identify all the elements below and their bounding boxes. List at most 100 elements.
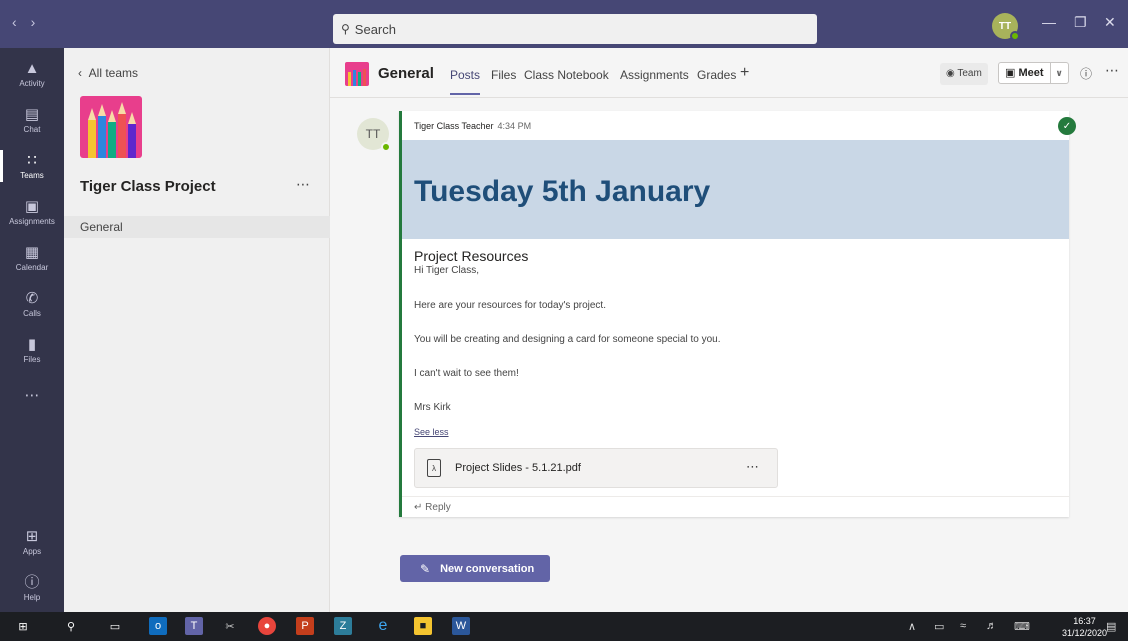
channel-general[interactable]: General <box>64 216 330 238</box>
back-arrow-icon[interactable]: ‹ <box>12 14 31 30</box>
rail-label: Calls <box>23 308 41 318</box>
post-author-avatar[interactable]: TT <box>357 118 391 152</box>
rail-item-more[interactable]: ⋯ <box>0 374 64 418</box>
search-input[interactable]: ⚲ Search <box>333 14 817 44</box>
info-icon[interactable]: ⓘ <box>1080 65 1092 82</box>
tab-grades[interactable]: Grades <box>697 68 736 82</box>
user-avatar[interactable]: TT <box>992 13 1020 41</box>
post-paragraph: You will be creating and designing a car… <box>414 334 721 345</box>
rail-label: Apps <box>22 546 42 556</box>
app-rail: ▲ Activity ▤ Chat ∷ Teams ▣ Assignments … <box>0 48 64 612</box>
rail-item-help[interactable]: ⓘ Help <box>0 566 64 610</box>
channel-title: General <box>378 65 434 82</box>
meet-label: Meet <box>1018 67 1044 79</box>
eye-icon: ◉ <box>946 68 955 79</box>
word-icon[interactable]: W <box>452 617 470 635</box>
pdf-file-icon: λ <box>427 459 441 477</box>
chevron-up-icon[interactable]: ∧ <box>908 620 916 633</box>
reply-button[interactable]: ↵ Reply <box>402 496 1069 517</box>
rail-label: Activity <box>19 78 45 88</box>
rail-item-calls[interactable]: ✆ Calls <box>0 282 64 326</box>
team-button-label: Team <box>957 68 982 79</box>
attachment-filename: Project Slides - 5.1.21.pdf <box>455 462 581 474</box>
calendar-icon: ▦ <box>24 243 40 261</box>
banner-title: Tuesday 5th January <box>414 175 711 208</box>
app-icon[interactable]: Z <box>334 617 352 635</box>
phone-icon: ✆ <box>25 289 39 307</box>
search-icon[interactable]: ⚲ <box>62 617 80 635</box>
post-time: 4:34 PM <box>497 121 532 131</box>
team-button[interactable]: ◉ Team <box>940 63 988 85</box>
chevron-left-icon: ‹ <box>78 66 82 80</box>
clock-time: 16:37 <box>1073 616 1096 626</box>
rail-item-chat[interactable]: ▤ Chat <box>0 98 64 142</box>
system-clock[interactable]: 16:37 31/12/2020 <box>1062 615 1107 639</box>
tab-posts[interactable]: Posts <box>450 68 481 95</box>
tab-class-notebook[interactable]: Class Notebook <box>524 68 609 82</box>
post-body: Project Resources Hi Tiger Class, Here a… <box>414 248 1054 437</box>
volume-icon[interactable]: ♬ <box>986 620 997 632</box>
team-thumbnail <box>345 62 369 86</box>
close-icon[interactable]: ✕ <box>1104 14 1116 31</box>
chat-icon: ▤ <box>24 105 40 123</box>
see-less-link[interactable]: See less <box>414 427 449 437</box>
team-more-options-icon[interactable]: ⋯ <box>296 176 310 193</box>
tab-files[interactable]: Files <box>491 68 516 82</box>
rail-item-activity[interactable]: ▲ Activity <box>0 52 64 96</box>
post-paragraph: I can't wait to see them! <box>414 368 519 379</box>
nav-arrows[interactable]: ‹› <box>12 14 49 30</box>
search-placeholder: Search <box>354 21 396 37</box>
avatar-initials: TT <box>365 127 381 141</box>
chevron-down-icon[interactable]: ∨ <box>1051 63 1068 83</box>
powerpoint-icon[interactable]: P <box>296 617 314 635</box>
camera-icon: ▣ <box>1005 67 1016 79</box>
more-options-icon[interactable]: ⋯ <box>1105 62 1119 79</box>
clock-date: 31/12/2020 <box>1062 628 1108 638</box>
post-paragraph: Here are your resources for today's proj… <box>414 300 606 311</box>
rail-item-files[interactable]: ▮ Files <box>0 328 64 372</box>
bell-icon: ▲ <box>24 59 40 77</box>
post-author[interactable]: Tiger Class Teacher <box>414 121 494 131</box>
file-explorer-icon[interactable]: ■ <box>414 617 432 635</box>
rail-item-apps[interactable]: ⊞ Apps <box>0 520 64 564</box>
more-icon: ⋯ <box>24 387 40 404</box>
edge-icon[interactable]: e <box>374 617 392 635</box>
notifications-icon[interactable]: ▤ <box>1106 620 1116 633</box>
rail-item-teams[interactable]: ∷ Teams <box>0 144 64 188</box>
compose-icon: ✎ <box>420 561 431 576</box>
meet-button[interactable]: ▣ Meet ∨ <box>998 62 1069 84</box>
wifi-icon[interactable]: ≈ <box>960 620 966 632</box>
keyboard-icon[interactable]: ⌨ <box>1014 620 1030 633</box>
assignments-icon: ▣ <box>24 197 40 215</box>
task-view-icon[interactable]: ▭ <box>106 617 124 635</box>
like-reaction-icon[interactable]: ✓ <box>1058 117 1076 135</box>
all-teams-link[interactable]: ‹ All teams <box>78 66 138 80</box>
outlook-icon[interactable]: o <box>149 617 167 635</box>
chrome-icon[interactable]: ● <box>258 617 276 635</box>
team-pane: ‹ All teams Tiger Class Project ⋯ Genera… <box>64 48 330 612</box>
post-signature: Mrs Kirk <box>414 402 451 413</box>
rail-label: Assignments <box>9 216 55 226</box>
help-icon: ⓘ <box>24 573 40 591</box>
teams-icon: ∷ <box>27 151 37 169</box>
rail-item-calendar[interactable]: ▦ Calendar <box>0 236 64 280</box>
post-meta: Tiger Class Teacher 4:34 PM <box>414 121 531 131</box>
snipping-tool-icon[interactable]: ✂ <box>221 617 239 635</box>
new-conversation-button[interactable]: ✎ New conversation <box>400 555 550 582</box>
maximize-icon[interactable]: ❐ <box>1074 14 1087 31</box>
file-attachment[interactable]: λ Project Slides - 5.1.21.pdf ⋯ <box>414 448 778 488</box>
rail-label: Help <box>23 592 41 602</box>
battery-icon[interactable]: ▭ <box>934 620 944 633</box>
tab-assignments[interactable]: Assignments <box>620 68 689 82</box>
post-greeting: Hi Tiger Class, <box>414 265 480 276</box>
minimize-icon[interactable]: — <box>1042 14 1056 30</box>
rail-item-assignments[interactable]: ▣ Assignments <box>0 190 64 234</box>
attachment-more-icon[interactable]: ⋯ <box>746 459 759 475</box>
windows-start-icon[interactable]: ⊞ <box>14 617 32 635</box>
teams-app-icon[interactable]: T <box>185 617 203 635</box>
post-card: Tiger Class Teacher 4:34 PM ✓ Tuesday 5th… <box>399 111 1076 517</box>
reply-arrow-icon: ↵ <box>414 502 423 513</box>
add-tab-icon[interactable]: + <box>740 64 749 82</box>
file-icon: ▮ <box>27 335 37 353</box>
forward-arrow-icon[interactable]: › <box>31 14 50 30</box>
